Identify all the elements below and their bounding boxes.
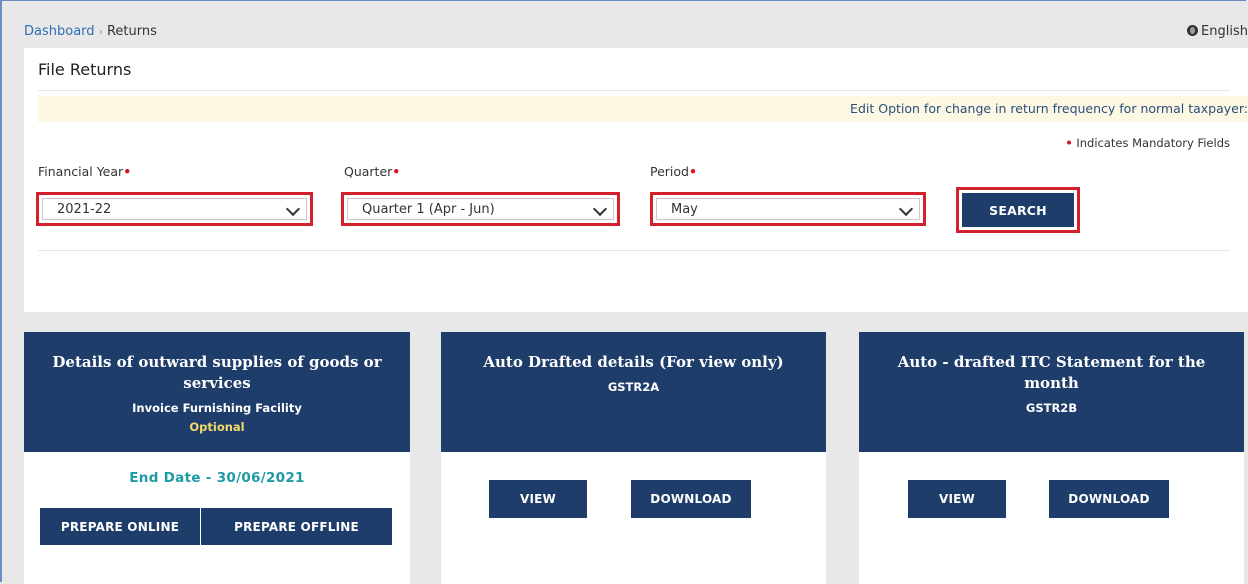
period-select-box[interactable]: May (656, 198, 920, 220)
period-label: Period• (650, 164, 697, 179)
mandatory-note-text: Indicates Mandatory Fields (1076, 136, 1230, 150)
chevron-down-icon (285, 201, 301, 217)
mandatory-note: • Indicates Mandatory Fields (1065, 136, 1230, 150)
page-title: File Returns (38, 60, 132, 79)
breadcrumb: Dashboard › Returns (24, 24, 157, 39)
quarter-select[interactable]: Quarter 1 (Apr - Jun) (341, 192, 620, 226)
language-label: English (1201, 24, 1248, 39)
tile-title: Details of outward supplies of goods or … (52, 353, 382, 392)
file-returns-panel: File Returns Edit Option for change in r… (24, 48, 1248, 312)
tile-title: Auto - drafted ITC Statement for the mon… (897, 353, 1206, 392)
financial-year-select[interactable]: 2021-22 (36, 192, 313, 226)
download-button[interactable]: DOWNLOAD (631, 480, 751, 518)
tile-header: Auto Drafted details (For view only) GST… (441, 332, 826, 452)
required-dot-icon: • (1065, 136, 1073, 150)
breadcrumb-current: Returns (106, 24, 157, 39)
required-dot-icon: • (392, 164, 401, 179)
search-button[interactable]: SEARCH (962, 193, 1074, 227)
tile-subtitle: Invoice Furnishing Facility (132, 401, 302, 415)
tile-subtitle: GSTR2B (1025, 401, 1078, 415)
financial-year-label: Financial Year• (38, 164, 131, 179)
tile-title: Auto Drafted details (For view only) (483, 353, 784, 371)
period-value: May (671, 202, 698, 217)
quarter-value: Quarter 1 (Apr - Jun) (362, 202, 495, 217)
quarter-label: Quarter• (344, 164, 400, 179)
period-label-text: Period (650, 164, 689, 179)
view-button[interactable]: VIEW (908, 480, 1006, 518)
tile-header: Details of outward supplies of goods or … (24, 332, 410, 452)
financial-year-label-text: Financial Year (38, 164, 124, 179)
prepare-offline-button[interactable]: PREPARE OFFLINE (201, 508, 392, 545)
search-button-highlight[interactable]: SEARCH (956, 187, 1080, 233)
tile-header: Auto - drafted ITC Statement for the mon… (859, 332, 1244, 452)
top-bar: Dashboard › Returns English (24, 18, 1248, 46)
quarter-label-text: Quarter (344, 164, 393, 179)
optional-badge: Optional (189, 420, 245, 434)
globe-icon (1187, 25, 1199, 36)
frequency-notice-link[interactable]: Edit Option for change in return frequen… (38, 96, 1248, 122)
quarter-select-box[interactable]: Quarter 1 (Apr - Jun) (347, 198, 614, 220)
required-dot-icon: • (123, 164, 132, 179)
download-button[interactable]: DOWNLOAD (1049, 480, 1169, 518)
chevron-down-icon (898, 201, 914, 217)
chevron-down-icon (592, 201, 608, 217)
financial-year-value: 2021-22 (57, 202, 112, 217)
divider (38, 250, 1230, 251)
language-selector[interactable]: English (1187, 18, 1248, 46)
view-button[interactable]: VIEW (489, 480, 587, 518)
breadcrumb-separator-icon: › (98, 25, 103, 38)
breadcrumb-dashboard-link[interactable]: Dashboard (24, 24, 95, 39)
period-select[interactable]: May (650, 192, 926, 226)
tile-subtitle: GSTR2A (607, 380, 660, 394)
required-dot-icon: • (688, 164, 697, 179)
tile-outward-supplies: Details of outward supplies of goods or … (24, 332, 410, 584)
end-date: End Date - 30/06/2021 (129, 470, 305, 486)
prepare-online-button[interactable]: PREPARE ONLINE (40, 508, 200, 545)
financial-year-select-box[interactable]: 2021-22 (42, 198, 307, 220)
divider (38, 90, 1230, 91)
tile-gstr2a: Auto Drafted details (For view only) GST… (441, 332, 826, 584)
tile-gstr2b: Auto - drafted ITC Statement for the mon… (859, 332, 1244, 584)
